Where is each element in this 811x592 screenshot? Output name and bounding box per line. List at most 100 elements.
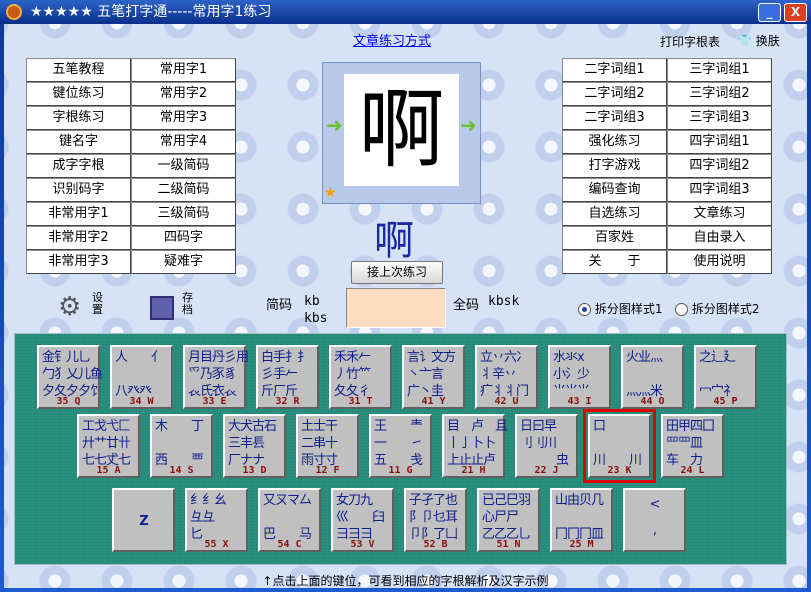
left-menu-button[interactable]: 三级简码 (131, 202, 236, 226)
key-code: 35 Q (56, 396, 81, 407)
left-menu-button[interactable]: 五笔教程 (26, 58, 131, 82)
left-menu-button[interactable]: 非常用字1 (26, 202, 131, 226)
article-mode-link[interactable]: 文章练习方式 (353, 30, 431, 49)
prev-arrow-icon[interactable]: ➜ (326, 113, 343, 137)
save-label[interactable]: 存档 (182, 292, 194, 316)
key-33-e[interactable]: 月目丹彡用 爫乃豕豸 𧘇氏衣𧘇 33 E (183, 345, 249, 409)
key-25-m[interactable]: 山由贝几 冂冂冂皿 25 M (550, 488, 613, 552)
settings-gear-icon[interactable]: ⚙ (58, 292, 81, 322)
right-menu-button[interactable]: 四字词组1 (667, 130, 772, 154)
key-14-s[interactable]: 木 丁 西 覀 14 S (150, 414, 213, 478)
left-menu-button[interactable]: 一级简码 (131, 154, 236, 178)
right-menu-button[interactable]: 三字词组1 (667, 58, 772, 82)
left-menu-button[interactable]: 疑难字 (131, 250, 236, 274)
radio-button[interactable] (675, 303, 688, 316)
right-menu-button[interactable]: 编码查询 (562, 178, 667, 202)
key-34-w[interactable]: 人 亻 八癶癶 34 W (110, 345, 173, 409)
key-13-d[interactable]: 大犬古石 三丰镸 厂ナナ 13 D (223, 414, 286, 478)
left-menu-button[interactable]: 常用字3 (131, 106, 236, 130)
left-menu-button[interactable]: 识别码字 (26, 178, 131, 202)
key-code: 44 O (640, 396, 665, 407)
right-menu-button[interactable]: 自由录入 (667, 226, 772, 250)
code-input[interactable] (346, 288, 446, 328)
right-menu-button[interactable]: 自选练习 (562, 202, 667, 226)
radio-style2[interactable]: 拆分图样式2 (675, 300, 759, 317)
right-menu-button[interactable]: 二字词组1 (562, 58, 667, 82)
right-menu-button[interactable]: 强化练习 (562, 130, 667, 154)
key-21-h[interactable]: 目 卢 且 丨亅卜卜 上止止卢 21 H (442, 414, 508, 478)
left-menu-button[interactable]: 成字字根 (26, 154, 131, 178)
key-lt-lt[interactable]: < , (623, 488, 686, 552)
key-45-p[interactable]: 之辶廴 冖宀礻 45 P (694, 345, 757, 409)
window-title: ★★★★★ 五笔打字通-----常用字1练习 (30, 4, 272, 20)
key-42-u[interactable]: 立丷六冫 丬辛丷 疒丬丬门 42 U (475, 345, 538, 409)
key-12-f[interactable]: 土士干 二串十 雨寸寸 12 F (296, 414, 359, 478)
left-menu-button[interactable]: 键名字 (26, 130, 131, 154)
minimize-button[interactable]: _ (758, 3, 781, 22)
right-menu-button[interactable]: 二字词组2 (562, 82, 667, 106)
key-code: 23 K (607, 465, 632, 476)
close-button[interactable]: X (784, 3, 807, 22)
key-55-x[interactable]: 纟纟幺 彑彑 匕 55 X (185, 488, 248, 552)
right-menu-button[interactable]: 三字词组3 (667, 106, 772, 130)
key-22-j[interactable]: 日曰早 刂刂川 虫 22 J (515, 414, 578, 478)
right-menu-button[interactable]: 关 于 (562, 250, 667, 274)
key-52-b[interactable]: 子孑了也 阝卩乜耳 卩阝了凵 52 B (404, 488, 467, 552)
skin-button[interactable]: 👕 换肤 (737, 32, 780, 49)
left-menu-button[interactable]: 常用字2 (131, 82, 236, 106)
key-35-q[interactable]: 金钅儿乚 勹犭乂儿鱼 夕夂夕夕饣 35 Q (37, 345, 103, 409)
right-menu-button[interactable]: 四字词组3 (667, 178, 772, 202)
key-code: 22 J (534, 465, 559, 476)
right-menu-button[interactable]: 三字词组2 (667, 82, 772, 106)
print-chart-button[interactable]: 打印字根表 (660, 33, 720, 50)
right-menu-button[interactable]: 四字词组2 (667, 154, 772, 178)
right-menu-button[interactable]: 打字游戏 (562, 154, 667, 178)
key-54-c[interactable]: 又ㄡマ厶 巴 马 54 C (258, 488, 321, 552)
key-41-y[interactable]: 言讠文方 丶亠言 广丶圭 41 Y (402, 345, 465, 409)
left-menu-button[interactable]: 字根练习 (26, 106, 131, 130)
key-code: 42 U (494, 396, 519, 407)
key-code: 24 L (680, 465, 705, 476)
keyboard-panel: 金钅儿乚 勹犭乂儿鱼 夕夂夕夕饣 35 Q人 亻 八癶癶 34 W 月目丹彡用 爫乃豕… (14, 333, 787, 565)
key-radicals: 田甲四囗 罒罒皿 车 力 (666, 419, 715, 468)
key-32-r[interactable]: 白手扌扌 彡手𠂉 斤厂斤 32 R (256, 345, 319, 409)
key-radicals: 之辶廴 冖宀礻 (699, 350, 736, 399)
right-menu-button[interactable]: 百家姓 (562, 226, 667, 250)
key-24-l[interactable]: 田甲四囗 罒罒皿 车 力 24 L (661, 414, 724, 478)
key-53-v[interactable]: 女刀九 巛 臼 彐彐彐 53 V (331, 488, 394, 552)
key-11-g[interactable]: 王 龶 一 ㇀ 五 戋 11 G (369, 414, 432, 478)
left-menu-button[interactable]: 常用字4 (131, 130, 236, 154)
key-51-n[interactable]: 已己巳羽 心尸尸 乙乙乙乚 51 N (477, 488, 540, 552)
key-43-i[interactable]: 水氺ⅹ 小氵少 ⺌⺌⺌ 43 I (548, 345, 611, 409)
key-15-a[interactable]: 工戈弋匚 廾艹廿卄 七七𠀋七 15 A (77, 414, 140, 478)
key-radicals: 日曰早 刂刂川 虫 (520, 419, 569, 468)
save-disk-icon[interactable] (150, 296, 174, 320)
left-menu-button[interactable]: 键位练习 (26, 82, 131, 106)
star-icon[interactable]: ★ (324, 185, 337, 201)
right-menu-button[interactable]: 使用说明 (667, 250, 772, 274)
key-23-k[interactable]: 口 川 川 23 K (583, 409, 656, 483)
key-44-o[interactable]: 火业灬 灬灬米 44 O (621, 345, 684, 409)
right-menu-button[interactable]: 文章练习 (667, 202, 772, 226)
key-radicals: 人 亻 八癶癶 (115, 350, 164, 399)
char-image: 啊 (344, 74, 459, 186)
key-code: 52 B (423, 539, 448, 550)
right-menu-button[interactable]: 二字词组3 (562, 106, 667, 130)
key-radicals: 火业灬 灬灬米 (626, 350, 663, 399)
radio-button[interactable] (578, 303, 591, 316)
next-arrow-icon[interactable]: ➜ (460, 113, 477, 137)
settings-label[interactable]: 设置 (92, 292, 104, 316)
key-radicals: 禾禾𠂉 丿竹⺮ 夂夂彳 (334, 350, 371, 399)
key-radicals: 山由贝几 冂冂冂皿 (555, 493, 604, 542)
shirt-icon: 👕 (737, 34, 752, 48)
key-31-t[interactable]: 禾禾𠂉 丿竹⺮ 夂夂彳 31 T (329, 345, 392, 409)
resume-button[interactable]: 接上次练习 (351, 261, 443, 284)
left-menu-button[interactable]: 非常用字2 (26, 226, 131, 250)
key-radicals: 目 卢 且 丨亅卜卜 上止止卢 (447, 419, 508, 468)
radio-style1[interactable]: 拆分图样式1 (578, 300, 662, 317)
left-menu-button[interactable]: 四码字 (131, 226, 236, 250)
left-menu-button[interactable]: 常用字1 (131, 58, 236, 82)
left-menu-button[interactable]: 二级简码 (131, 178, 236, 202)
left-menu-button[interactable]: 非常用字3 (26, 250, 131, 274)
key-z[interactable]: Z (112, 488, 175, 552)
